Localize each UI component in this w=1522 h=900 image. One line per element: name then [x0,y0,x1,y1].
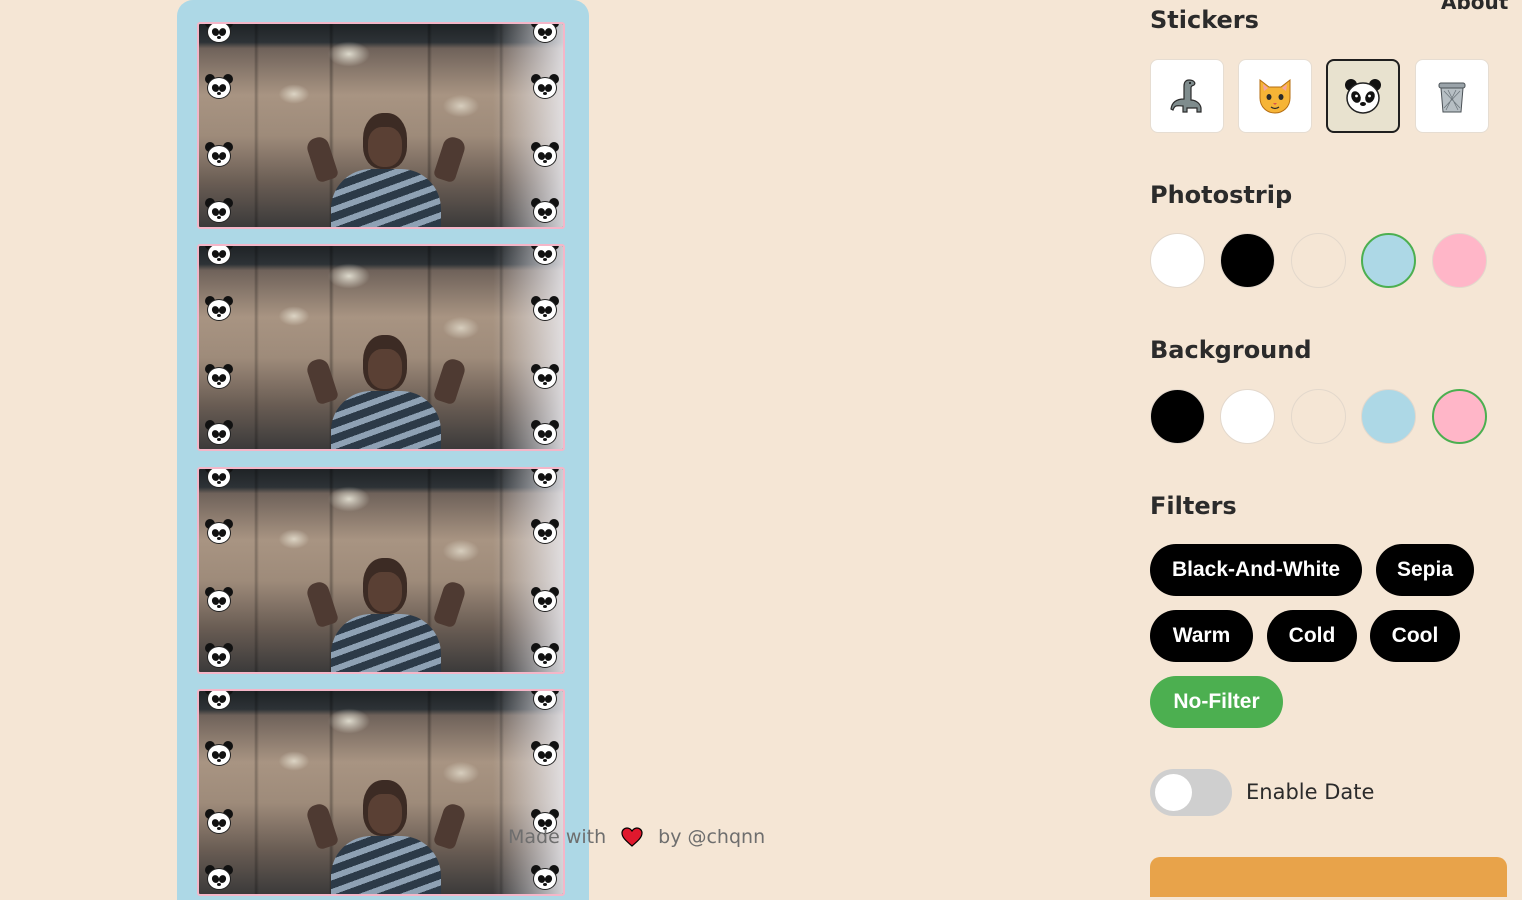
filter-black-and-white-button[interactable]: Black-And-White [1150,544,1362,596]
panda-sticker-icon [529,739,561,767]
photostrip-color-black[interactable] [1220,233,1275,288]
panda-sticker-icon [529,418,561,446]
enable-date-toggle[interactable] [1150,769,1232,816]
background-color-light-blue[interactable] [1361,389,1416,444]
background-color-beige[interactable] [1291,389,1346,444]
panda-sticker-icon [203,863,235,891]
background-color-pink[interactable] [1432,389,1487,444]
about-link[interactable]: About [1441,0,1508,14]
filter-warm-button[interactable]: Warm [1150,610,1253,662]
panda-sticker-icon [203,72,235,100]
panda-sticker-icon [203,246,235,266]
panda-sticker-icon [529,691,561,711]
filter-sepia-button[interactable]: Sepia [1376,544,1474,596]
photostrip-color-pink[interactable] [1432,233,1487,288]
stickers-heading: Stickers [1150,6,1259,34]
footer-made-with: Made with [508,826,607,848]
person-figure [304,552,468,672]
panda-sticker-icon [529,24,561,44]
panda-sticker-icon [529,294,561,322]
photostrip [177,0,589,900]
footer-credit: Made with by @chqnn [508,824,765,850]
strip-photo-3 [197,467,565,674]
panda-sticker-icon [529,469,561,489]
panda-sticker-icon [203,517,235,545]
sticker-dinosaur-button[interactable] [1150,59,1224,133]
panda-sticker-icon [529,72,561,100]
panda-sticker-icon [203,196,235,224]
panda-sticker-icon [529,517,561,545]
panda-sticker-icon [529,641,561,669]
panda-sticker-icon [203,24,235,44]
heart-icon [620,825,644,849]
panda-sticker-icon [203,140,235,168]
toggle-knob [1155,774,1192,811]
sticker-panda-button[interactable] [1326,59,1400,133]
photostrip-color-beige[interactable] [1291,233,1346,288]
panda-sticker-icon [203,469,235,489]
cat-face-icon [1259,78,1291,114]
panda-icon [1345,79,1381,114]
person-figure [304,774,468,894]
panda-sticker-icon [203,691,235,711]
panda-sticker-icon [203,739,235,767]
trash-icon [1438,82,1466,113]
dinosaur-icon [1170,79,1202,113]
photostrip-color-light-blue[interactable] [1361,233,1416,288]
enable-date-label: Enable Date [1246,780,1375,804]
panda-sticker-icon [203,807,235,835]
panda-sticker-icon [529,362,561,390]
panda-sticker-icon [529,246,561,266]
background-color-black[interactable] [1150,389,1205,444]
panda-sticker-icon [203,294,235,322]
filter-no-filter-button[interactable]: No-Filter [1150,676,1283,728]
person-figure [304,329,468,449]
panda-sticker-icon [529,196,561,224]
download-button[interactable] [1150,857,1507,897]
panda-sticker-icon [203,418,235,446]
filter-cool-button[interactable]: Cool [1370,610,1460,662]
panda-sticker-icon [529,585,561,613]
footer-author: by @chqnn [658,826,766,848]
sticker-cat-button[interactable] [1238,59,1312,133]
strip-photo-2 [197,244,565,451]
strip-photo-4 [197,689,565,896]
filter-cold-button[interactable]: Cold [1267,610,1357,662]
photostrip-heading: Photostrip [1150,181,1293,209]
strip-photo-1 [197,22,565,229]
panda-sticker-icon [529,863,561,891]
background-color-white[interactable] [1220,389,1275,444]
filters-heading: Filters [1150,492,1237,520]
panda-sticker-icon [203,585,235,613]
panda-sticker-icon [203,362,235,390]
sticker-trash-button[interactable] [1415,59,1489,133]
person-figure [304,107,468,227]
photostrip-color-white[interactable] [1150,233,1205,288]
background-heading: Background [1150,336,1312,364]
panda-sticker-icon [529,140,561,168]
panda-sticker-icon [203,641,235,669]
